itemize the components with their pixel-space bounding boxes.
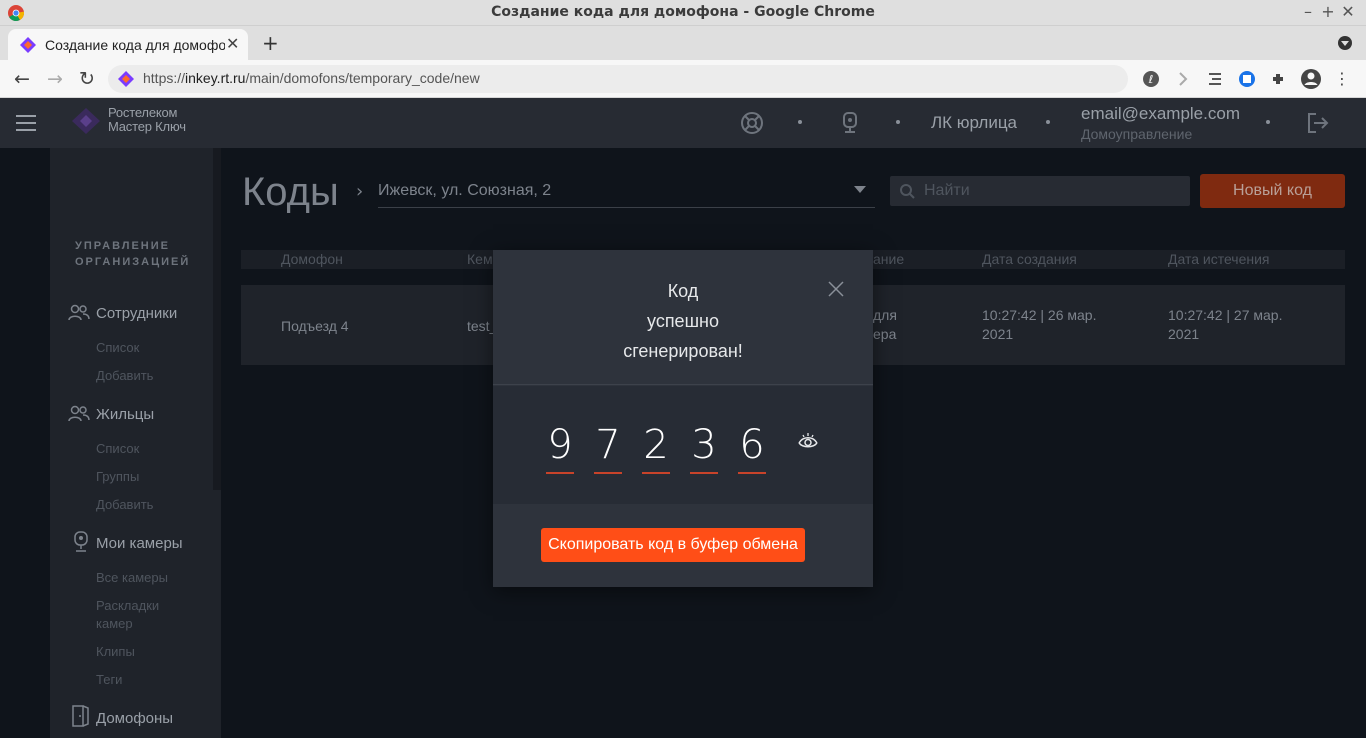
modal-title: Код успешно сгенерирован! (583, 276, 783, 366)
browser-menu-icon[interactable]: ⋮ (1330, 67, 1354, 91)
site-info-icon[interactable] (118, 71, 134, 87)
code-digit: 3 (691, 422, 717, 468)
url-text: https://inkey.rt.ru/main/domofons/tempor… (143, 70, 480, 86)
url-host: inkey.rt.ru (185, 70, 246, 86)
digit-underline (690, 472, 718, 474)
extensions-puzzle-icon[interactable] (1270, 70, 1288, 88)
tab-strip: Создание кода для домофона ✕ + (0, 26, 1366, 60)
close-icon[interactable] (826, 279, 846, 299)
copy-code-button[interactable]: Скопировать код в буфер обмена (541, 528, 805, 562)
digit-underline (738, 472, 766, 474)
tab-search-icon[interactable] (1338, 36, 1352, 50)
extension-4-icon[interactable] (1238, 70, 1256, 88)
extension-3-icon[interactable] (1206, 70, 1224, 88)
new-tab-button[interactable]: + (262, 31, 279, 55)
window-title: Создание кода для домофона - Google Chro… (491, 4, 875, 20)
code-generated-modal: Код успешно сгенерирован! 9 7 2 3 6 Скоп… (493, 250, 873, 587)
code-digit: 6 (739, 422, 765, 468)
extension-1-icon[interactable]: ℓ (1142, 70, 1160, 88)
tab-close-icon[interactable]: ✕ (226, 34, 239, 53)
minimize-button[interactable]: – (1298, 2, 1318, 22)
maximize-button[interactable]: + (1318, 2, 1338, 22)
back-button[interactable]: ← (10, 67, 34, 91)
browser-titlebar: Создание кода для домофона - Google Chro… (0, 0, 1366, 26)
url-scheme: https:// (143, 70, 186, 86)
profile-avatar-icon[interactable] (1300, 68, 1322, 90)
modal-title-line-2: успешно (647, 311, 719, 331)
reload-button[interactable]: ↻ (75, 67, 99, 91)
close-window-button[interactable]: ✕ (1338, 2, 1358, 22)
modal-title-line-1: Код (667, 281, 699, 301)
svg-text:ℓ: ℓ (1148, 73, 1154, 86)
digit-underline (546, 472, 574, 474)
site-favicon-icon (20, 37, 36, 53)
url-path: /main/domofons/temporary_code/new (245, 70, 480, 86)
eye-icon[interactable] (797, 430, 819, 452)
code-digit: 9 (547, 422, 573, 468)
browser-tab-active[interactable]: Создание кода для домофона ✕ (8, 29, 248, 60)
digit-underline (642, 472, 670, 474)
digit-underline (594, 472, 622, 474)
code-display: 9 7 2 3 6 (493, 386, 873, 504)
tab-title: Создание кода для домофона (45, 37, 225, 53)
address-bar[interactable]: https://inkey.rt.ru/main/domofons/tempor… (108, 65, 1128, 93)
code-digit: 7 (595, 422, 621, 468)
code-digit: 2 (643, 422, 669, 468)
modal-title-line-3: сгенерирован! (623, 341, 743, 361)
forward-button[interactable]: → (43, 67, 67, 91)
extension-2-icon[interactable] (1174, 70, 1192, 88)
browser-toolbar: ← → ↻ https://inkey.rt.ru/main/domofons/… (0, 60, 1366, 98)
modal-header: Код успешно сгенерирован! (493, 250, 873, 385)
